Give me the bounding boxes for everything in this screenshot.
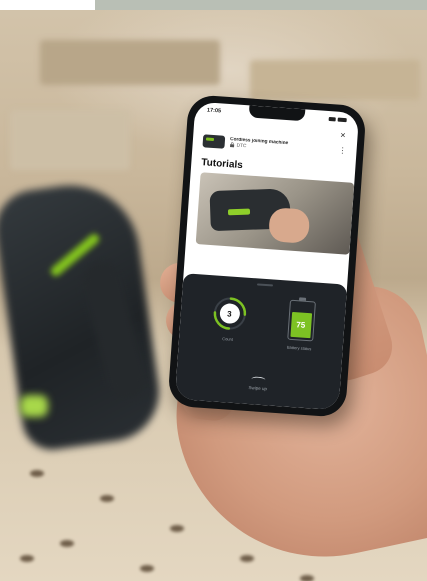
status-widgets: 3 Count 75 Battery status bbox=[179, 280, 347, 353]
status-time: 17:05 bbox=[206, 107, 222, 115]
smartphone: 17:05 × Cordless joining machine DTC ⋮ T… bbox=[167, 94, 367, 418]
counter-widget: 3 Count bbox=[209, 294, 248, 342]
status-icons bbox=[328, 116, 347, 123]
top-strip bbox=[95, 0, 427, 10]
battery-status-icon bbox=[337, 117, 347, 123]
pegboard-hole bbox=[300, 575, 314, 581]
battery-cap bbox=[298, 297, 306, 301]
tutorial-thumbnail-hand bbox=[268, 207, 311, 244]
close-icon[interactable]: × bbox=[340, 130, 346, 140]
counter-label: Count bbox=[222, 336, 234, 342]
pegboard-hole bbox=[170, 525, 184, 532]
swipe-action[interactable]: Swipe up bbox=[176, 371, 341, 396]
pegboard-hole bbox=[20, 555, 34, 562]
device-model: DTC bbox=[236, 143, 247, 149]
battery-label: Battery status bbox=[286, 344, 312, 352]
pegboard-hole bbox=[140, 565, 154, 572]
signal-icon bbox=[328, 116, 336, 122]
menu-dots-icon[interactable]: ⋮ bbox=[338, 146, 347, 156]
top-margin bbox=[0, 0, 95, 10]
shelf-blur bbox=[40, 40, 220, 85]
battery-level: 75 bbox=[289, 311, 312, 339]
battery-icon: 75 bbox=[286, 297, 316, 342]
battery-widget: 75 Battery status bbox=[286, 297, 316, 352]
chevron-up-icon bbox=[251, 376, 266, 384]
tutorial-thumbnail-accent bbox=[227, 208, 251, 216]
pegboard-hole bbox=[60, 540, 74, 547]
shelf-blur bbox=[10, 110, 130, 170]
power-tool-accent bbox=[20, 395, 48, 417]
tutorial-card[interactable] bbox=[195, 172, 355, 255]
device-info: Cordless joining machine DTC bbox=[229, 137, 334, 156]
device-thumbnail bbox=[202, 134, 226, 149]
background-photo: 17:05 × Cordless joining machine DTC ⋮ T… bbox=[0, 0, 427, 581]
lock-icon bbox=[229, 141, 235, 149]
pegboard-hole bbox=[30, 470, 44, 477]
shelf-blur bbox=[250, 60, 420, 100]
pegboard-hole bbox=[100, 495, 114, 502]
phone-screen: 17:05 × Cordless joining machine DTC ⋮ T… bbox=[174, 101, 360, 411]
counter-ring-icon: 3 bbox=[210, 294, 248, 332]
pegboard-hole bbox=[240, 555, 254, 562]
bottom-status-panel[interactable]: 3 Count 75 Battery status Swipe up bbox=[174, 273, 348, 411]
